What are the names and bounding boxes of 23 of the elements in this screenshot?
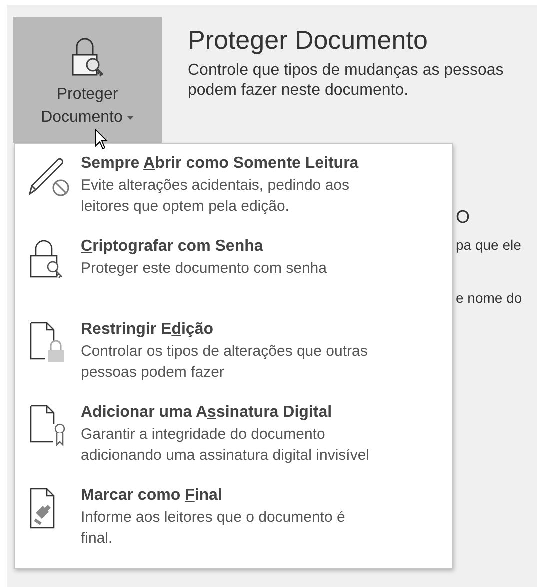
section-description: Controle que tipos de mudanças as pessoas podem fazer neste documento. [188, 61, 505, 101]
menu-item-description: Garantir a integridade do documento adicionando uma assinatura digital invisível [81, 425, 371, 466]
menu-item[interactable]: Marcar como Final Informe aos leitores que o documento é final. [15, 485, 452, 568]
menu-item-title: Sempre Abrir como Somente Leitura [81, 154, 360, 174]
menu-item-title: Marcar como Final [81, 486, 224, 506]
menu-item-title: Restringir Edição [81, 320, 214, 340]
menu-item-title: Adicionar uma Assinatura Digital [81, 403, 334, 423]
section-text: e nome do [456, 289, 522, 308]
menu-item-description: Controlar os tipos de alterações que outras pessoas podem fazer [81, 342, 369, 383]
section-title: Proteger Documento [188, 25, 429, 55]
menu-item-description: Evite alterações acidentais, pedindo aos leitores que optem pela edição. [81, 176, 351, 217]
dropdown-caret-icon [126, 116, 134, 120]
protect-document-button[interactable]: Proteger Documento [13, 17, 162, 143]
menu-item[interactable]: Restringir Edição Controlar os tipos de alterações que outras pessoas podem fazer [15, 319, 452, 402]
menu-item-title: Criptografar com Senha [81, 237, 264, 257]
section-heading: O [456, 206, 472, 229]
menu-item[interactable]: Criptografar com Senha Proteger este documento com senha [15, 236, 452, 319]
menu-item-description: Informe aos leitores que o documento é final. [81, 508, 346, 549]
section-text: pa que ele [456, 236, 522, 255]
menu-item-description: Proteger este documento com senha [81, 259, 328, 279]
menu-item[interactable]: Sempre Abrir como Somente Leitura Evite alterações acidentais, pedindo aos leitores que optem pela edição. [15, 153, 452, 236]
lock-key-icon [70, 37, 104, 79]
menu-item[interactable]: Adicionar uma Assinatura Digital Garantir a integridade do documento adicionando uma assinatura digital invisível [15, 402, 452, 485]
